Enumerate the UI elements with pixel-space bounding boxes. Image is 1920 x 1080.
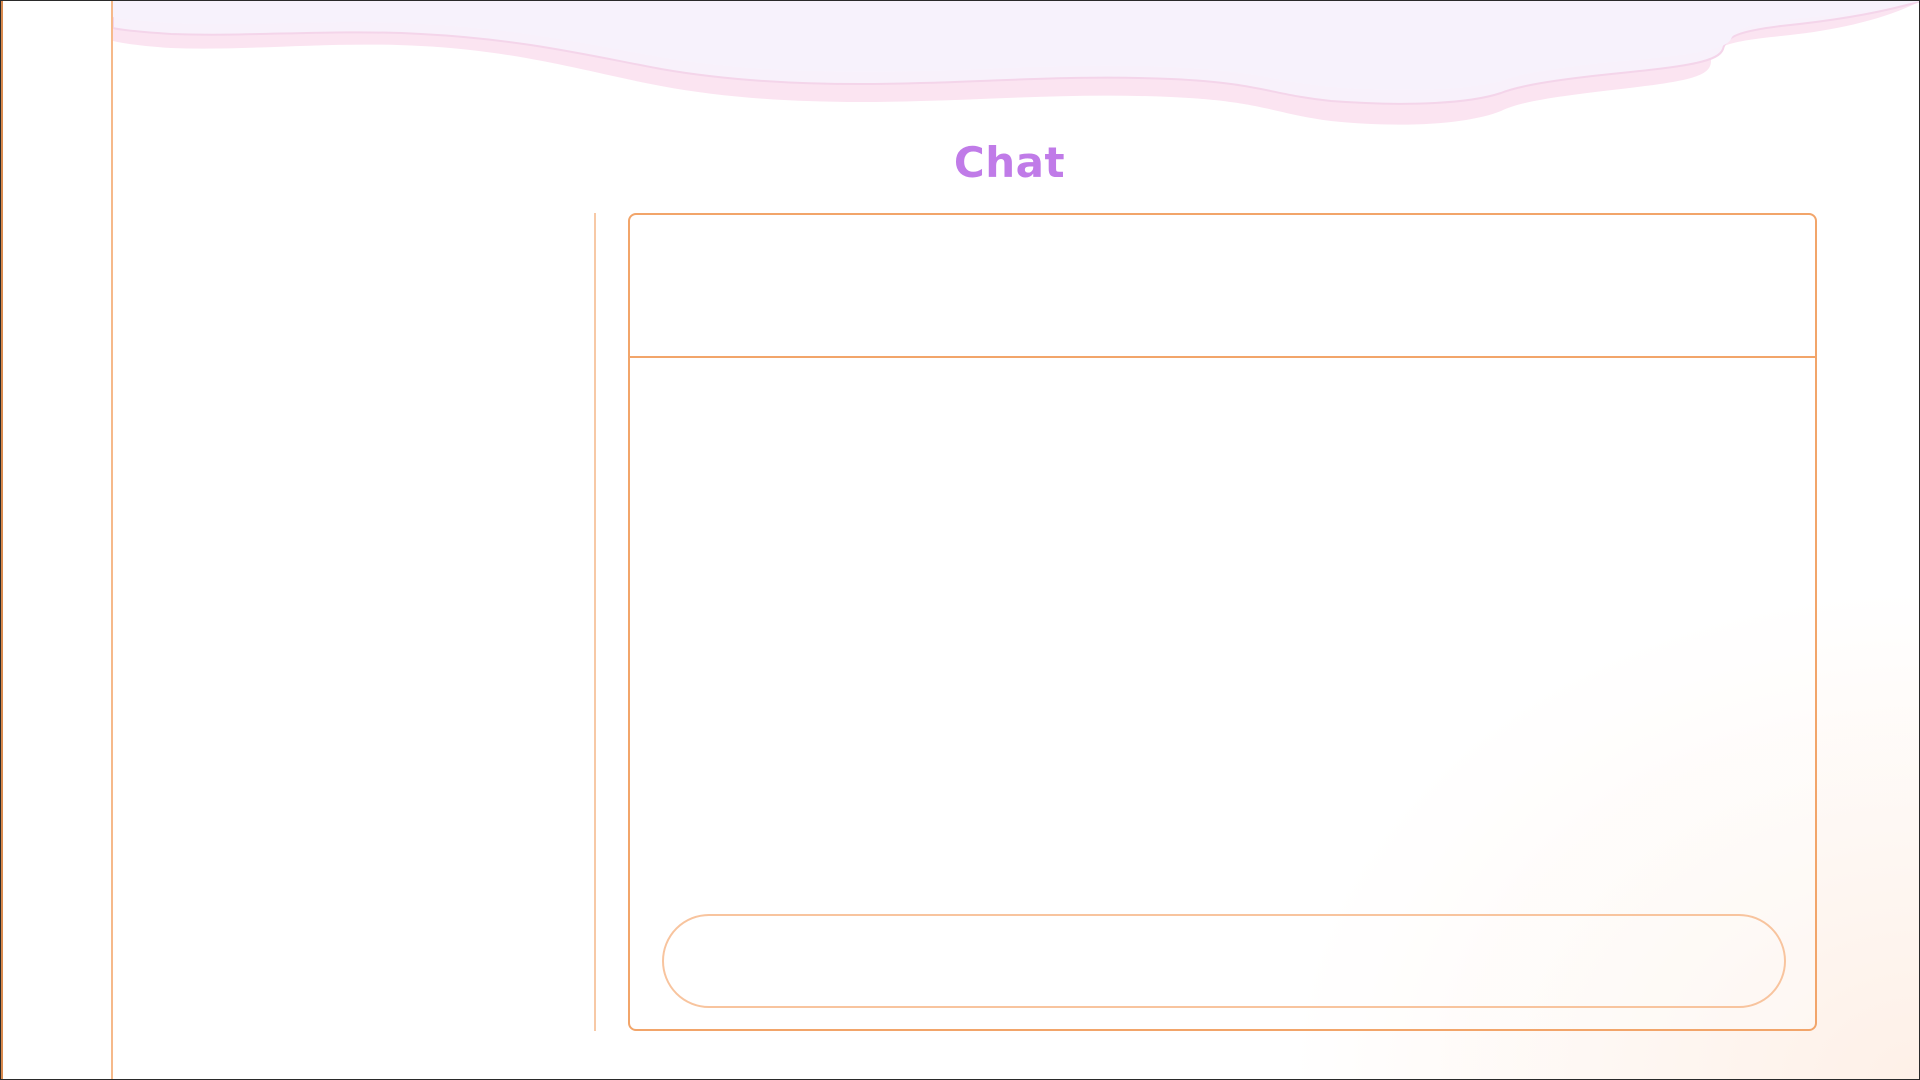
app-window: Chat — [0, 0, 1920, 1080]
header-wave-decoration — [112, 1, 1919, 125]
chat-panel — [628, 213, 1817, 1031]
vertical-divider — [594, 213, 596, 1031]
chat-message-input[interactable] — [662, 914, 1786, 1008]
sidebar-rail — [1, 1, 113, 1079]
page-title: Chat — [953, 138, 1066, 187]
chat-message-list[interactable] — [630, 358, 1815, 918]
chat-header — [630, 215, 1815, 358]
